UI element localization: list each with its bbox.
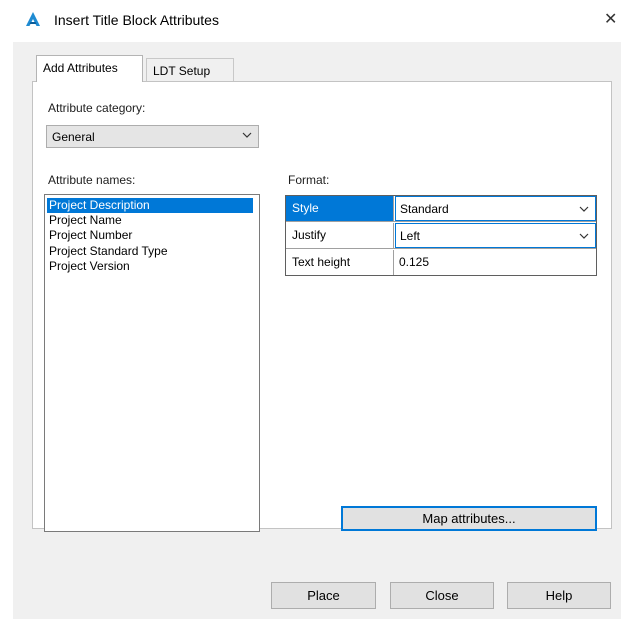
format-property-grid: Style Standard Justify Left Text height …	[285, 195, 597, 276]
list-item-project-number[interactable]: Project Number	[47, 228, 253, 243]
justify-value: Left	[400, 229, 421, 243]
format-row-style: Style Standard	[286, 196, 596, 222]
help-button[interactable]: Help	[507, 582, 611, 609]
attribute-names-list[interactable]: Project Description Project Name Project…	[44, 194, 260, 532]
autodesk-a-icon	[26, 12, 40, 26]
dialog-body: Add Attributes LDT Setup Attribute categ…	[13, 42, 621, 619]
list-item-project-standard-type[interactable]: Project Standard Type	[47, 244, 253, 259]
chevron-down-icon	[579, 206, 589, 212]
justify-dropdown[interactable]: Left	[395, 223, 596, 248]
close-button[interactable]: Close	[390, 582, 494, 609]
text-height-field[interactable]: 0.125	[395, 250, 596, 275]
format-key-justify[interactable]: Justify	[286, 223, 394, 248]
close-icon[interactable]: ✕	[604, 10, 621, 30]
chevron-down-icon	[579, 233, 589, 239]
style-dropdown[interactable]: Standard	[395, 196, 596, 221]
chevron-down-icon	[242, 132, 252, 138]
list-item-project-description[interactable]: Project Description	[47, 198, 253, 213]
tab-add-attributes[interactable]: Add Attributes	[36, 55, 143, 82]
window-title: Insert Title Block Attributes	[54, 12, 219, 28]
place-button[interactable]: Place	[271, 582, 376, 609]
format-key-text-height[interactable]: Text height	[286, 250, 394, 275]
title-bar: Insert Title Block Attributes ✕	[0, 0, 621, 42]
map-attributes-button[interactable]: Map attributes...	[341, 506, 597, 531]
attribute-category-label: Attribute category:	[48, 101, 146, 115]
tab-ldt-setup[interactable]: LDT Setup	[146, 58, 234, 82]
style-value: Standard	[400, 202, 449, 216]
attribute-category-value: General	[52, 130, 95, 144]
format-label: Format:	[288, 173, 330, 187]
attribute-category-dropdown[interactable]: General	[46, 125, 259, 148]
format-row-text-height: Text height 0.125	[286, 250, 596, 276]
format-key-style[interactable]: Style	[286, 196, 394, 221]
attribute-names-label: Attribute names:	[48, 173, 136, 187]
list-item-project-name[interactable]: Project Name	[47, 213, 253, 228]
list-item-project-version[interactable]: Project Version	[47, 259, 253, 274]
format-row-justify: Justify Left	[286, 223, 596, 249]
